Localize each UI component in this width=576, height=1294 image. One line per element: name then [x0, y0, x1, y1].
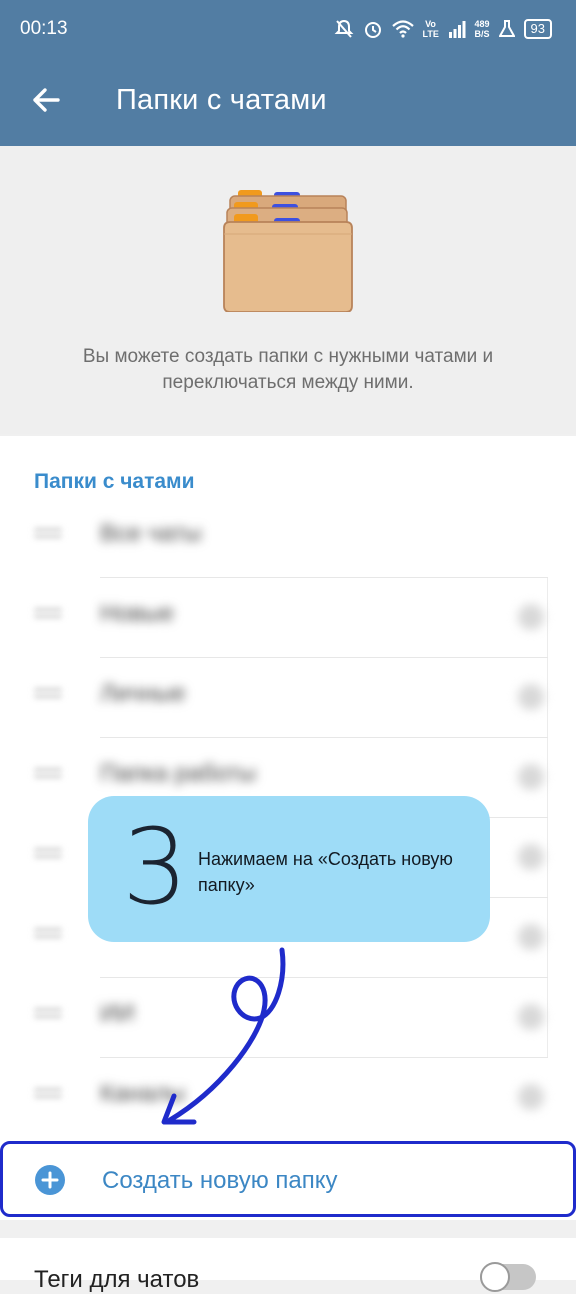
more-menu-icon[interactable]	[518, 684, 544, 710]
drag-handle-icon[interactable]	[34, 688, 62, 702]
list-item[interactable]: Личные	[0, 658, 548, 738]
more-menu-icon[interactable]	[518, 604, 544, 630]
more-menu-icon[interactable]	[518, 1084, 544, 1110]
drag-handle-icon[interactable]	[34, 848, 62, 862]
folder-name: Новые	[100, 600, 175, 627]
signal-icon	[448, 21, 465, 38]
list-edge	[547, 578, 576, 1058]
drag-handle-icon[interactable]	[34, 1088, 62, 1102]
more-menu-icon[interactable]	[518, 764, 544, 790]
section-gap	[0, 1220, 576, 1238]
status-time: 00:13	[20, 18, 68, 39]
hand-drawn-arrow-icon	[161, 947, 286, 1125]
wifi-icon	[391, 20, 414, 38]
page-title: Папки с чатами	[116, 84, 327, 116]
status-bar: 00:13 Vo LTE 489 B/S 93	[0, 0, 576, 58]
status-icons: Vo LTE 489 B/S 93	[334, 16, 552, 42]
chat-tags-toggle[interactable]	[480, 1262, 536, 1292]
more-menu-icon[interactable]	[518, 924, 544, 950]
drag-handle-icon[interactable]	[34, 608, 62, 622]
toggle-knob	[480, 1262, 510, 1292]
step-number: 3	[122, 806, 189, 928]
chat-tags-label: Теги для чатов	[34, 1266, 200, 1293]
flask-icon	[498, 20, 515, 37]
tutorial-callout: 3 Нажимаем на «Создать новую папку»	[88, 796, 490, 942]
intro-description: Вы можете создать папки с нужными чатами…	[82, 346, 494, 393]
mute-bell-icon	[334, 19, 353, 38]
folders-intro: Вы можете создать папки с нужными чатами…	[0, 146, 576, 434]
folder-name: Папка работы	[100, 760, 257, 787]
more-menu-icon[interactable]	[518, 844, 544, 870]
network-speed: 489 B/S	[475, 19, 490, 39]
folder-name: ИИ	[100, 1000, 135, 1027]
drag-handle-icon[interactable]	[34, 528, 62, 542]
folder-name: Личные	[100, 680, 186, 707]
chat-tags-row[interactable]: Теги для чатов	[0, 1238, 576, 1293]
network-speed-value: 489	[474, 19, 490, 29]
section-header: Папки с чатами	[34, 470, 195, 493]
arrow-left-icon[interactable]	[28, 82, 64, 118]
drag-handle-icon[interactable]	[34, 768, 62, 782]
step-instruction: Нажимаем на «Создать новую папку»	[198, 849, 453, 895]
alarm-icon	[364, 22, 381, 38]
volte-indicator: Vo LTE	[422, 19, 439, 39]
battery-indicator: 93	[523, 19, 552, 39]
more-menu-icon[interactable]	[518, 1004, 544, 1030]
list-item[interactable]: Новые	[0, 578, 548, 658]
folders-icon	[223, 190, 353, 312]
tutorial-highlight-frame	[0, 1141, 576, 1217]
network-speed-unit: B/S	[474, 29, 490, 39]
list-item[interactable]: Все чаты	[0, 498, 548, 578]
drag-handle-icon[interactable]	[34, 1008, 62, 1022]
folder-name: Все чаты	[100, 520, 202, 547]
drag-handle-icon[interactable]	[34, 928, 62, 942]
app-bar: Папки с чатами	[0, 58, 576, 146]
